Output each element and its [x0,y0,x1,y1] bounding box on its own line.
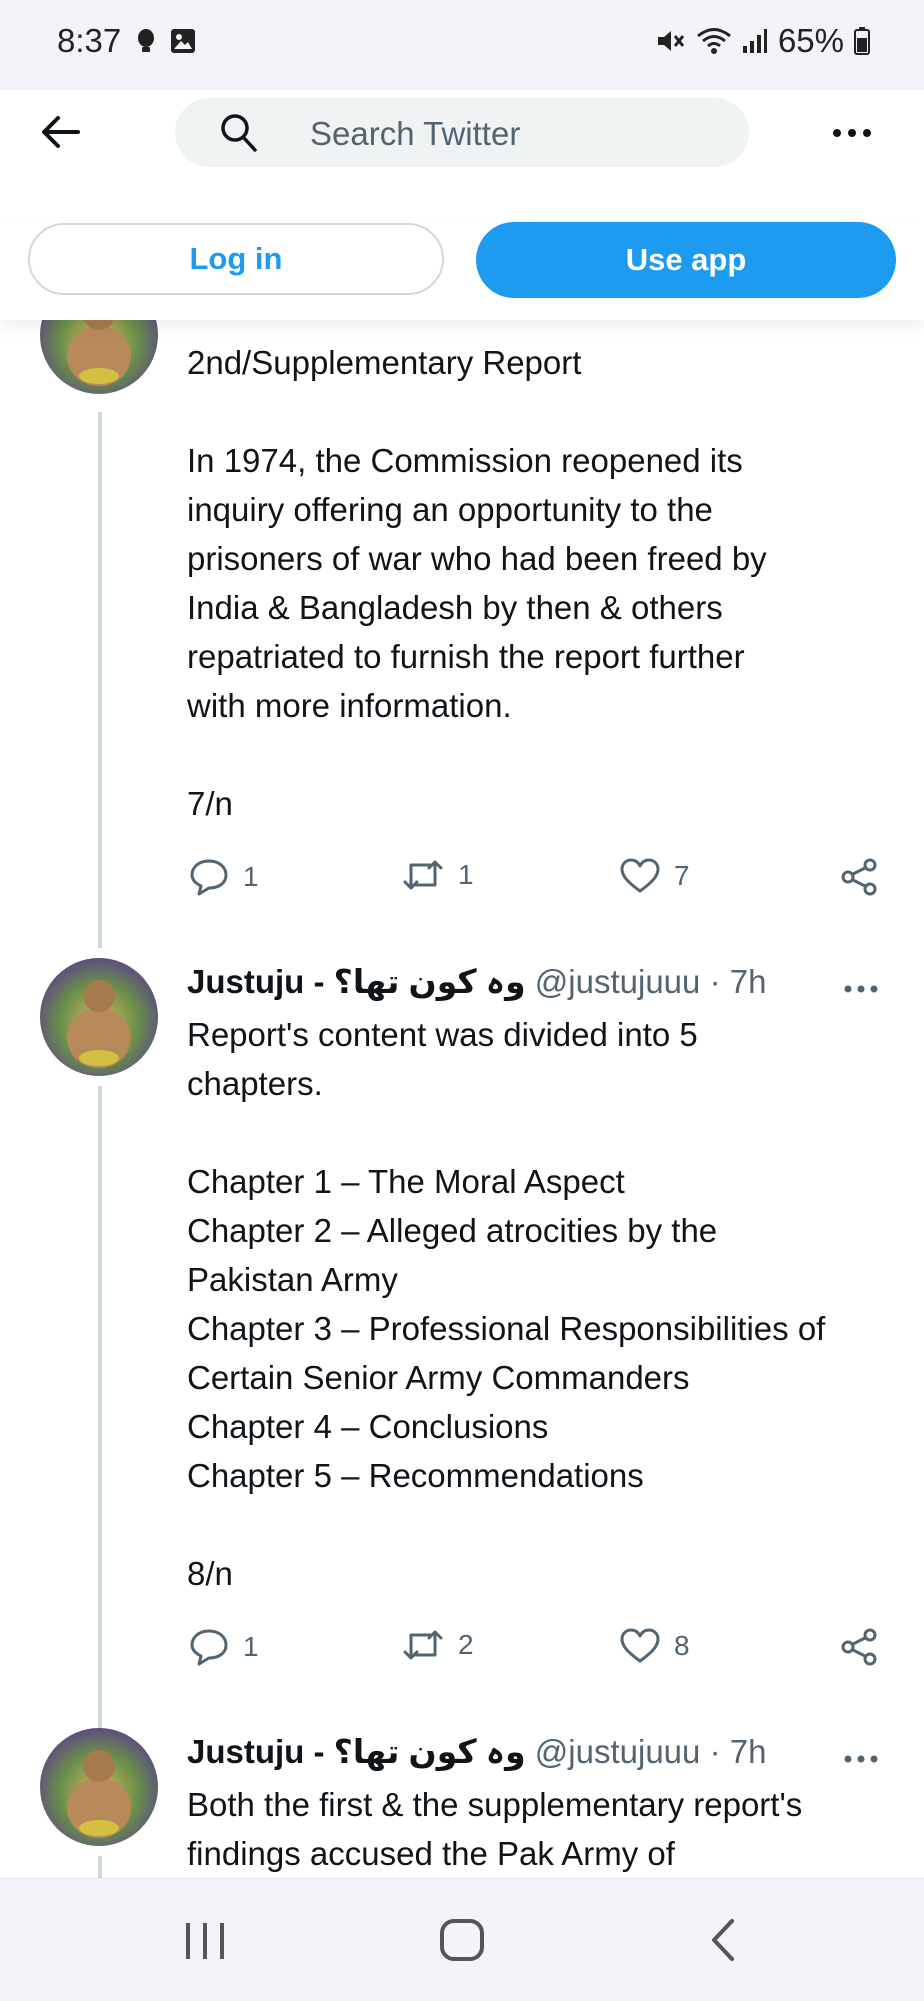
status-time: 8:37 [57,22,122,59]
reply-button[interactable]: 1 [189,1628,259,1666]
search-input[interactable]: Search Twitter [175,98,749,167]
home-button[interactable] [437,1915,487,1965]
share-button[interactable] [840,1628,878,1666]
top-header: Search Twitter [0,90,924,220]
tweet-text: Both the first & the supplementary repor… [187,1786,803,1872]
more-options-button[interactable] [832,125,872,143]
author-name[interactable]: Justuju - وہ کون تھا؟ [187,1733,526,1770]
heart-icon [620,1628,660,1663]
avatar-image-icon [40,1728,158,1846]
battery-icon [854,27,870,55]
battery-percent: 65% [777,22,844,59]
more-icon [833,129,871,137]
recent-apps-icon [186,1923,224,1959]
retweet-icon [403,1630,443,1660]
notification-dot-icon [138,29,154,52]
tweet-actions: 1 2 8 [187,1628,887,1678]
author-handle[interactable]: @justujuuu [535,1733,701,1770]
thread-line [98,1086,102,1740]
login-button[interactable]: Log in [28,223,444,295]
like-button[interactable]: 8 [620,1628,690,1664]
avatar-image-icon [40,958,158,1076]
like-button[interactable]: 7 [620,858,690,894]
tweet-time[interactable]: · 7h [710,963,767,1000]
tweet-actions: 1 1 7 [187,858,887,908]
avatar[interactable] [40,320,158,394]
thread-line [98,1856,102,1878]
more-icon [844,985,878,993]
share-icon [841,1628,877,1666]
reply-icon [190,1629,228,1666]
tweet-more-button[interactable] [843,981,879,999]
tweet-header: Justuju - وہ کون تھا؟ @justujuuu · 7h [187,962,766,1006]
author-handle[interactable]: @justujuuu [535,963,701,1000]
retweet-button[interactable]: 1 [402,858,474,892]
tweet-more-button[interactable] [843,1751,879,1769]
back-arrow-icon [42,116,80,148]
tweet-header: Justuju - وہ کون تھا؟ @justujuuu · 7h [187,1732,766,1776]
signal-icon [742,29,767,53]
like-count: 7 [674,860,690,891]
tweet-text: Report's content was divided into 5 chap… [187,1016,826,1592]
retweet-count: 2 [458,1629,474,1660]
system-back-button[interactable] [700,1915,750,1965]
home-icon [440,1919,484,1961]
tweet-text: 2nd/Supplementary Report In 1974, the Co… [187,344,767,822]
reply-count: 1 [243,861,259,892]
heart-icon [620,858,660,893]
tweet-feed[interactable]: 2nd/Supplementary Report In 1974, the Co… [0,320,924,1878]
image-icon [171,29,195,53]
retweet-button[interactable]: 2 [402,1628,474,1662]
auth-button-row: Log in Use app [0,220,924,320]
tweet-time[interactable]: · 7h [710,1733,767,1770]
status-bar: 8:37 65% [0,0,924,90]
reply-count: 1 [243,1631,259,1662]
share-button[interactable] [840,858,878,896]
use-app-button[interactable]: Use app [476,222,896,298]
retweet-icon [403,860,443,890]
more-icon [844,1755,878,1763]
system-nav-bar [0,1878,924,2001]
like-count: 8 [674,1630,690,1661]
search-icon [221,114,257,152]
reply-button[interactable]: 1 [189,858,259,896]
reply-icon [190,859,228,896]
retweet-count: 1 [458,859,474,890]
search-placeholder: Search Twitter [310,115,521,152]
avatar[interactable] [40,958,158,1076]
back-button[interactable] [40,112,90,152]
author-name[interactable]: Justuju - وہ کون تھا؟ [187,963,526,1000]
wifi-icon [696,28,731,54]
thread-line [98,412,102,948]
status-right: 65% [656,22,870,60]
status-left-icons [136,28,196,54]
share-icon [841,858,877,896]
avatar-image-icon [40,320,158,394]
avatar[interactable] [40,1728,158,1846]
chevron-left-icon [712,1919,734,1961]
recent-apps-button[interactable] [180,1915,230,1965]
mute-icon [657,31,685,51]
